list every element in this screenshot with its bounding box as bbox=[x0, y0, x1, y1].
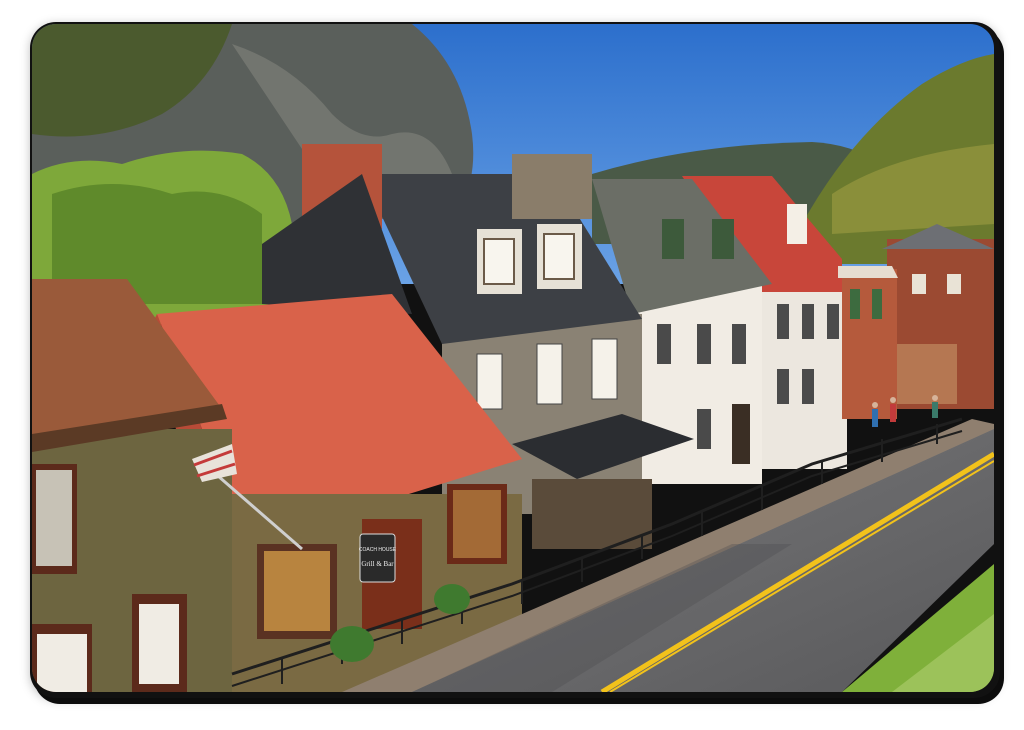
hanging-sign-line1: COACH HOUSE bbox=[359, 547, 397, 553]
street-photo: COACH HOUSE Grill & Bar bbox=[32, 24, 994, 692]
planter-shrub bbox=[330, 626, 374, 662]
hanging-sign-line2: Grill & Bar bbox=[361, 560, 394, 568]
chimney-stone bbox=[512, 154, 592, 219]
photo-illustration: COACH HOUSE Grill & Bar bbox=[32, 24, 994, 692]
hanging-sign bbox=[359, 533, 396, 583]
